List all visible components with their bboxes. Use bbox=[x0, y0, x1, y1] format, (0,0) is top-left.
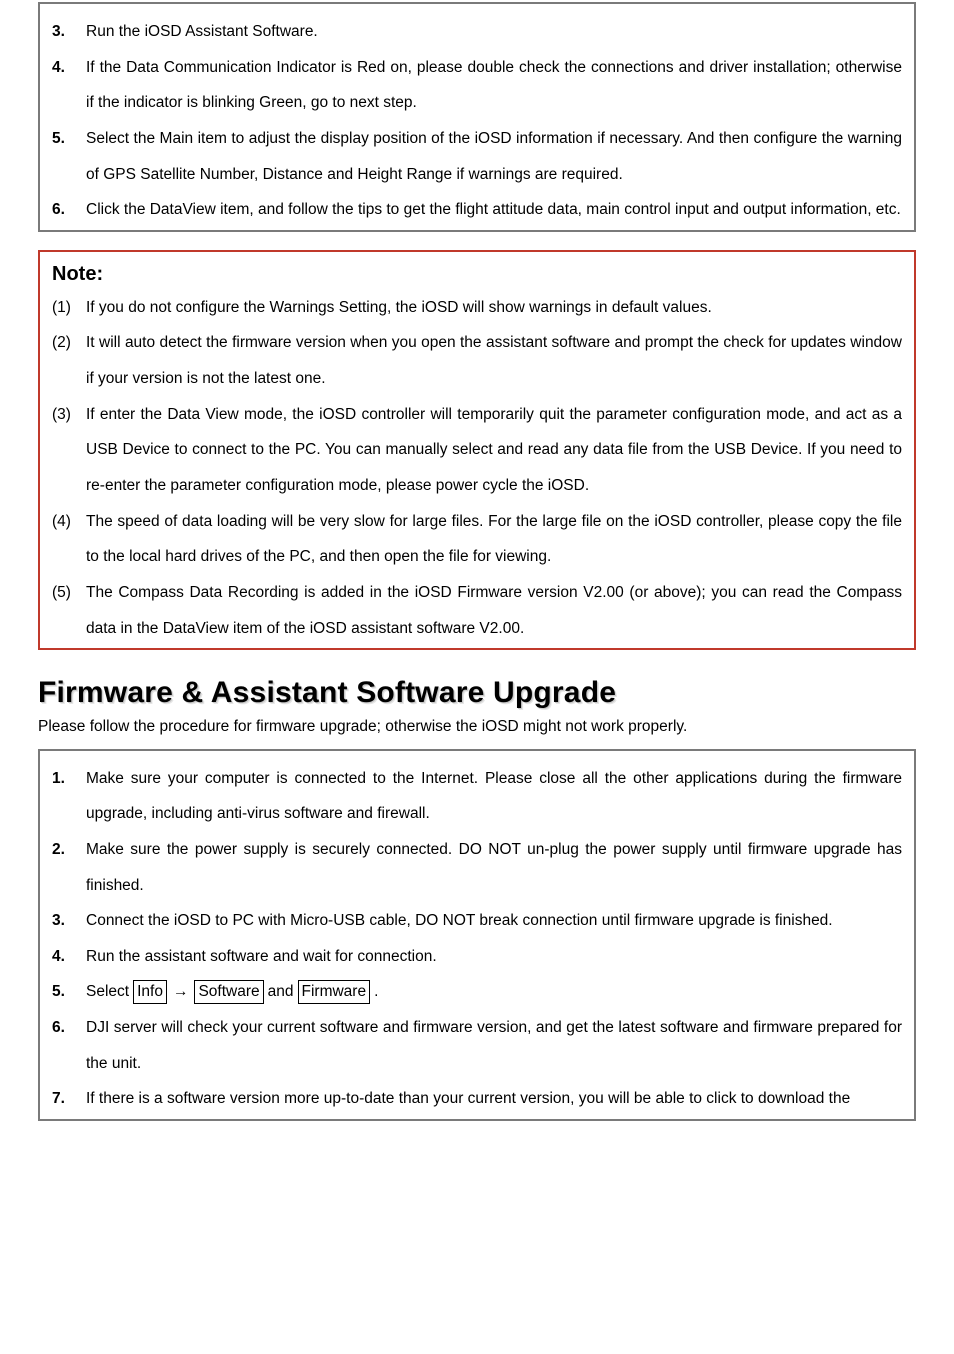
menu-info-box: Info bbox=[133, 980, 167, 1004]
list-item: 5. Select the Main item to adjust the di… bbox=[52, 121, 902, 192]
step-number: 3. bbox=[52, 14, 86, 50]
step-number: 4. bbox=[52, 939, 86, 975]
list-item: 6. DJI server will check your current so… bbox=[52, 1010, 902, 1081]
step-number: 1. bbox=[52, 761, 86, 797]
note-panel: Note: (1) If you do not configure the Wa… bbox=[38, 250, 916, 650]
select-mid: and bbox=[268, 974, 294, 1010]
steps-list-top: 3. Run the iOSD Assistant Software. 4. I… bbox=[52, 14, 902, 228]
list-item: (5) The Compass Data Recording is added … bbox=[52, 575, 902, 646]
note-text: The Compass Data Recording is added in t… bbox=[86, 575, 902, 646]
list-item: 7. If there is a software version more u… bbox=[52, 1081, 902, 1117]
steps-list-bottom: 1. Make sure your computer is connected … bbox=[52, 761, 902, 1117]
list-item: 1. Make sure your computer is connected … bbox=[52, 761, 902, 832]
step-text: If there is a software version more up-t… bbox=[86, 1081, 902, 1117]
list-item: 5. Select Info → Software and Firmware . bbox=[52, 974, 902, 1010]
step-text: Connect the iOSD to PC with Micro-USB ca… bbox=[86, 903, 902, 939]
note-title: Note: bbox=[52, 262, 902, 286]
note-number: (1) bbox=[52, 290, 86, 326]
list-item: (1) If you do not configure the Warnings… bbox=[52, 290, 902, 326]
step-text: Select the Main item to adjust the displ… bbox=[86, 121, 902, 192]
list-item: (3) If enter the Data View mode, the iOS… bbox=[52, 397, 902, 504]
step-text: Run the iOSD Assistant Software. bbox=[86, 14, 902, 50]
list-item: 4. Run the assistant software and wait f… bbox=[52, 939, 902, 975]
select-prefix: Select bbox=[86, 974, 129, 1010]
step-text: Click the DataView item, and follow the … bbox=[86, 192, 902, 228]
step-text: Run the assistant software and wait for … bbox=[86, 939, 902, 975]
note-text: If enter the Data View mode, the iOSD co… bbox=[86, 397, 902, 504]
step-number: 4. bbox=[52, 50, 86, 86]
note-list: (1) If you do not configure the Warnings… bbox=[52, 290, 902, 646]
menu-software-box: Software bbox=[194, 980, 263, 1004]
section-heading: Firmware & Assistant Software Upgrade bbox=[38, 676, 916, 711]
note-text: The speed of data loading will be very s… bbox=[86, 504, 902, 575]
arrow-icon: → bbox=[171, 974, 191, 1010]
note-text: If you do not configure the Warnings Set… bbox=[86, 290, 902, 326]
step-text: Make sure your computer is connected to … bbox=[86, 761, 902, 832]
note-number: (5) bbox=[52, 575, 86, 611]
list-item: 4. If the Data Communication Indicator i… bbox=[52, 50, 902, 121]
section-lead: Please follow the procedure for firmware… bbox=[38, 713, 916, 741]
note-text: It will auto detect the firmware version… bbox=[86, 325, 902, 396]
list-item: 6. Click the DataView item, and follow t… bbox=[52, 192, 902, 228]
note-number: (4) bbox=[52, 504, 86, 540]
list-item: (2) It will auto detect the firmware ver… bbox=[52, 325, 902, 396]
step-text: DJI server will check your current softw… bbox=[86, 1010, 902, 1081]
steps-panel-bottom: 1. Make sure your computer is connected … bbox=[38, 749, 916, 1121]
note-number: (3) bbox=[52, 397, 86, 433]
list-item: 3. Connect the iOSD to PC with Micro-USB… bbox=[52, 903, 902, 939]
step-text: Make sure the power supply is securely c… bbox=[86, 832, 902, 903]
list-item: (4) The speed of data loading will be ve… bbox=[52, 504, 902, 575]
step-number: 7. bbox=[52, 1081, 86, 1117]
note-number: (2) bbox=[52, 325, 86, 361]
step-number: 6. bbox=[52, 192, 86, 228]
step-text: If the Data Communication Indicator is R… bbox=[86, 50, 902, 121]
step-number: 2. bbox=[52, 832, 86, 868]
step-number: 5. bbox=[52, 121, 86, 157]
select-suffix: . bbox=[374, 974, 378, 1010]
menu-firmware-box: Firmware bbox=[298, 980, 371, 1004]
step-text: Select Info → Software and Firmware . bbox=[86, 974, 902, 1010]
step-number: 5. bbox=[52, 974, 86, 1010]
step-number: 6. bbox=[52, 1010, 86, 1046]
list-item: 2. Make sure the power supply is securel… bbox=[52, 832, 902, 903]
list-item: 3. Run the iOSD Assistant Software. bbox=[52, 14, 902, 50]
step-number: 3. bbox=[52, 903, 86, 939]
steps-panel-top: 3. Run the iOSD Assistant Software. 4. I… bbox=[38, 2, 916, 232]
